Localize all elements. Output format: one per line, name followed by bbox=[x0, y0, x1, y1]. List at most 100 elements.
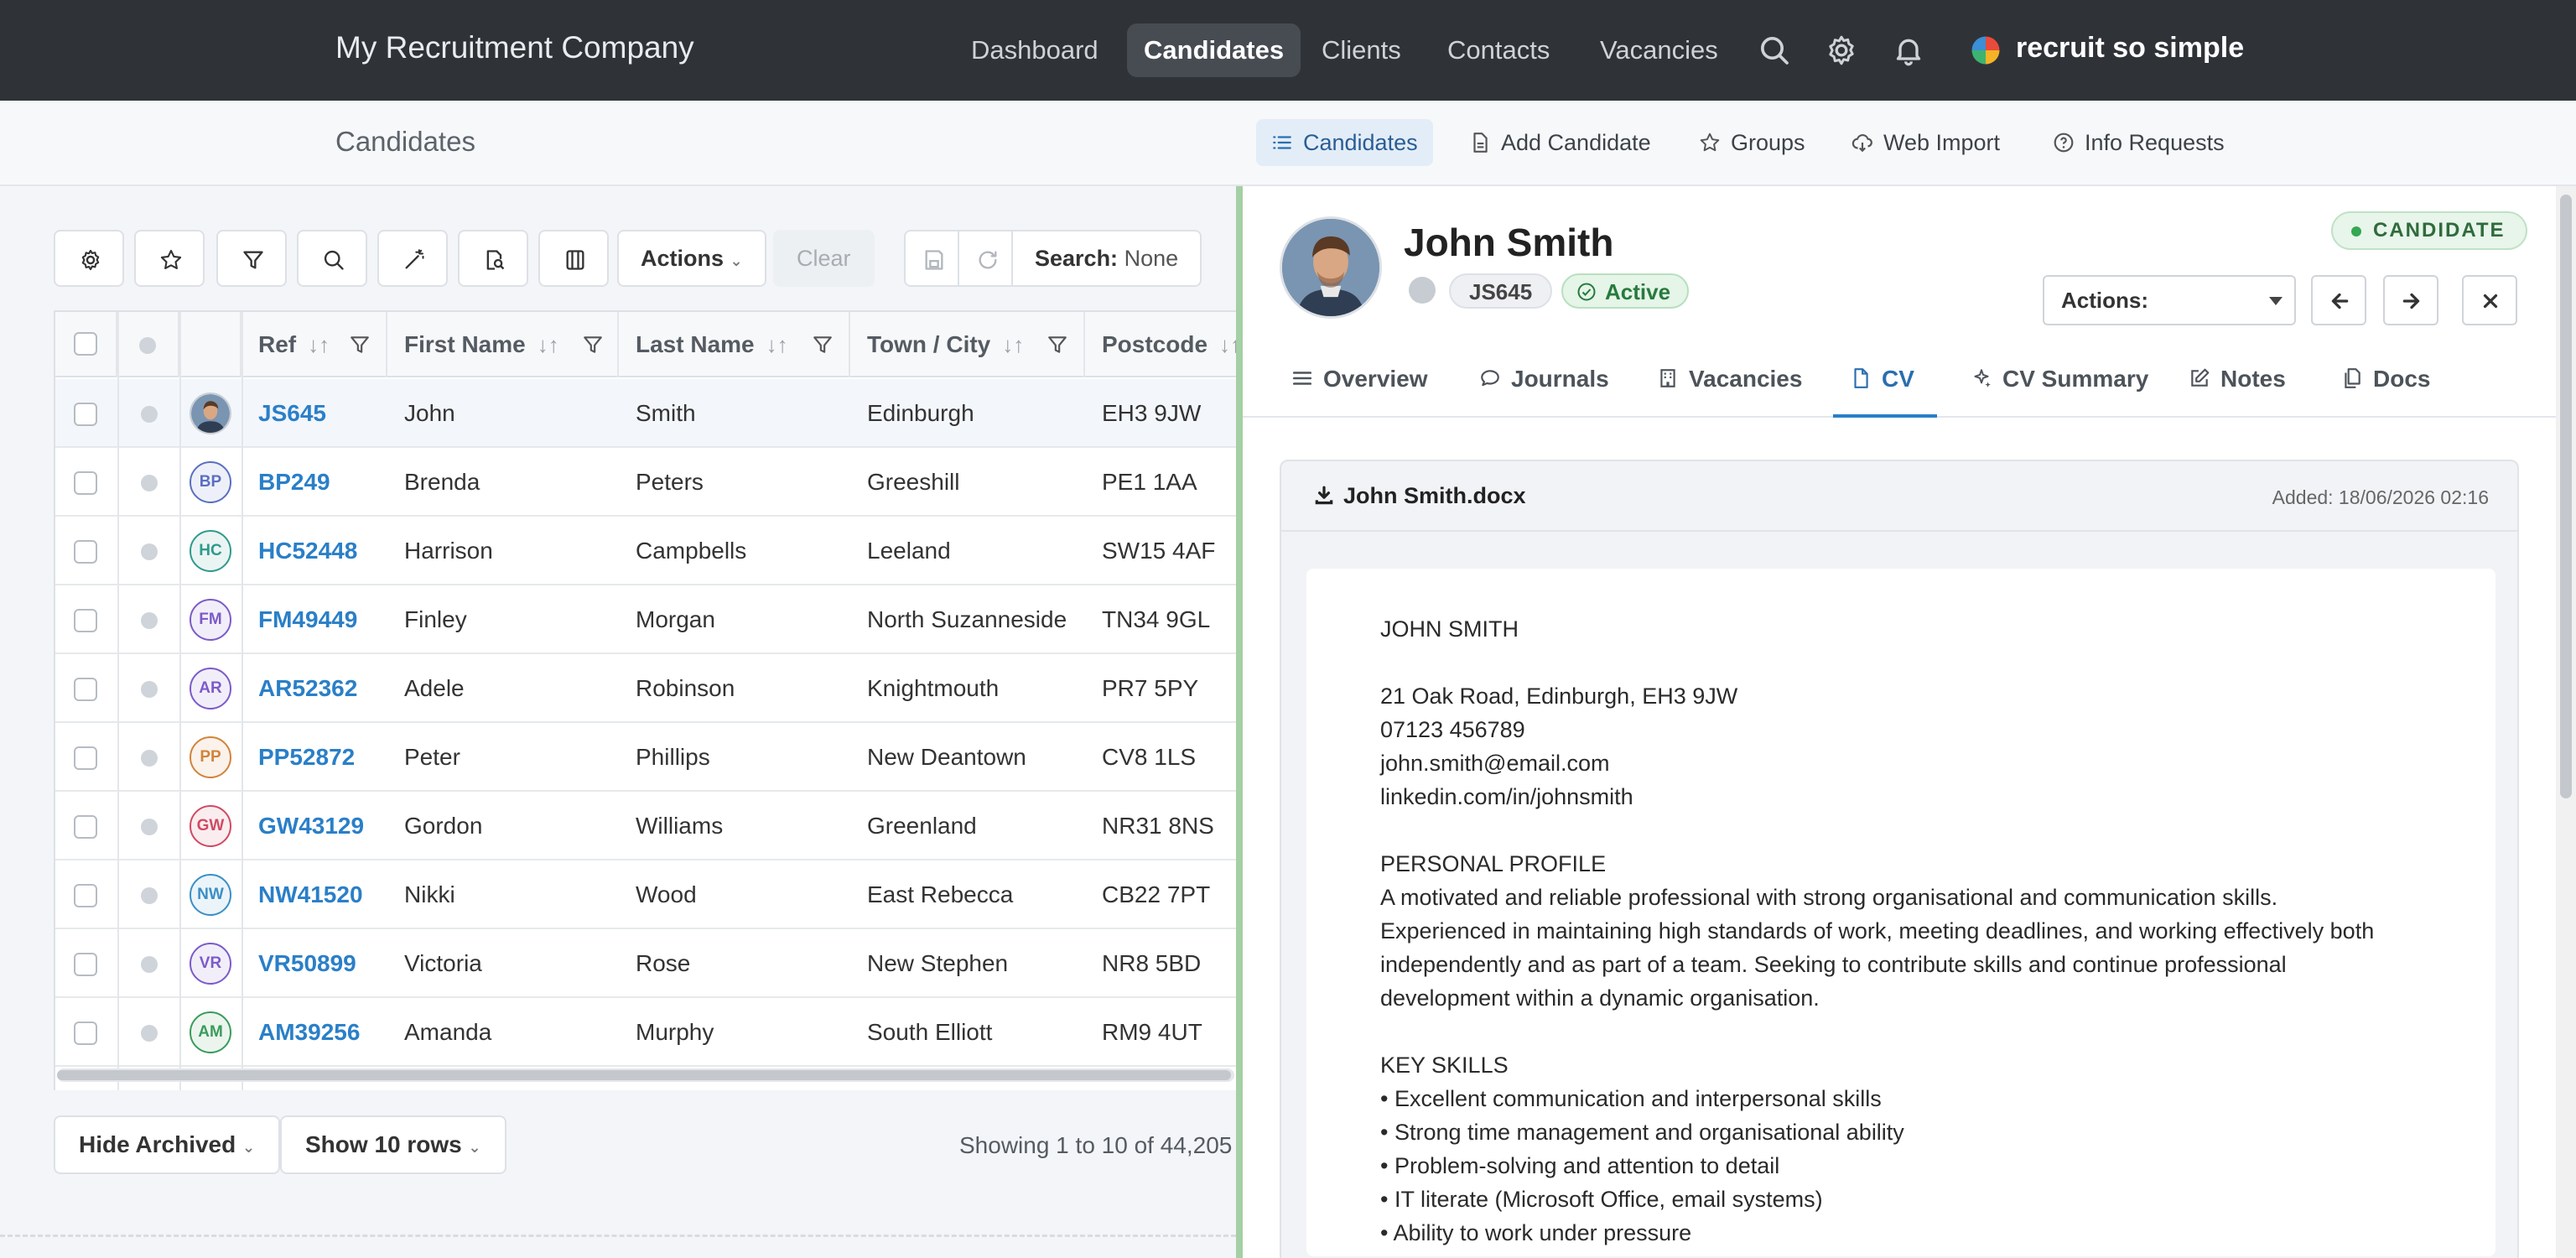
vertical-scrollbar-thumb[interactable] bbox=[2560, 195, 2572, 798]
sort-icon[interactable]: ↓↑ bbox=[766, 332, 788, 357]
subnav-add-candidate[interactable]: Add Candidate bbox=[1454, 119, 1666, 166]
table-row[interactable]: AR AR52362 Adele Robinson Knightmouth PR7 5PY bbox=[55, 654, 1236, 723]
cv-text: JOHN SMITH 21 Oak Road, Edinburgh, EH3 9J… bbox=[1380, 612, 2454, 1250]
nav-vacancies[interactable]: Vacancies bbox=[1583, 23, 1735, 77]
postcode-cell: EH3 9JW bbox=[1102, 400, 1202, 426]
tab-cv[interactable]: CV bbox=[1850, 340, 1914, 418]
nav-contacts[interactable]: Contacts bbox=[1431, 23, 1566, 77]
town-city-cell: East Rebecca bbox=[867, 881, 1014, 907]
download-icon[interactable] bbox=[1313, 485, 1335, 507]
vertical-scrollbar[interactable] bbox=[2556, 186, 2576, 1258]
candidate-actions-select[interactable]: Actions: bbox=[2043, 275, 2296, 325]
sort-icon[interactable]: ↓↑ bbox=[1002, 332, 1024, 357]
section-title: Candidates bbox=[335, 126, 475, 157]
refresh-button[interactable] bbox=[958, 230, 1013, 287]
header-postcode[interactable]: Postcode ↓↑ bbox=[1085, 312, 1236, 377]
row-checkbox[interactable] bbox=[74, 403, 97, 426]
subnav-web-import[interactable]: Web Import bbox=[1836, 119, 2015, 166]
candidate-ref-link[interactable]: BP249 bbox=[242, 448, 330, 517]
row-checkbox[interactable] bbox=[74, 540, 97, 564]
filter-icon[interactable] bbox=[812, 334, 834, 356]
clear-button[interactable]: Clear bbox=[773, 230, 875, 287]
row-checkbox[interactable] bbox=[74, 953, 97, 976]
table-row[interactable]: GW GW43129 Gordon Williams Greenland NR31 8NS bbox=[55, 792, 1236, 860]
header-town-city-label: Town / City bbox=[867, 331, 991, 357]
tab-vacancies[interactable]: Vacancies bbox=[1657, 340, 1802, 418]
rows-per-page-dropdown[interactable]: Show 10 rows ⌄ bbox=[280, 1115, 506, 1174]
cv-file-name[interactable]: John Smith.docx bbox=[1343, 483, 1526, 509]
table-row[interactable]: PP PP52872 Peter Phillips New Deantown CV8 1L… bbox=[55, 723, 1236, 792]
row-checkbox[interactable] bbox=[74, 471, 97, 495]
subnav-groups[interactable]: Groups bbox=[1684, 119, 1820, 166]
candidate-ref-link[interactable]: FM49449 bbox=[242, 585, 357, 654]
table-row[interactable]: AM AM39256 Amanda Murphy South Elliott RM9 4U… bbox=[55, 998, 1236, 1067]
sort-icon[interactable]: ↓↑ bbox=[308, 332, 330, 357]
candidate-ref-link[interactable]: JS645 bbox=[242, 379, 326, 448]
table-row[interactable]: VR VR50899 Victoria Rose New Stephen NR8 5BD bbox=[55, 929, 1236, 998]
company-name[interactable]: My Recruitment Company bbox=[335, 30, 694, 65]
tab-docs[interactable]: Docs bbox=[2341, 340, 2430, 418]
table-row[interactable]: JS645 John Smith Edinburgh EH3 9JW bbox=[55, 379, 1236, 448]
candidate-ref-link[interactable]: GW43129 bbox=[242, 792, 364, 860]
candidate-ref-link[interactable]: PP52872 bbox=[242, 723, 355, 792]
table-row[interactable]: FM FM49449 Finley Morgan North Suzanneside TN… bbox=[55, 585, 1236, 654]
filter-icon[interactable] bbox=[582, 334, 604, 356]
hide-archived-dropdown[interactable]: Hide Archived ⌄ bbox=[54, 1115, 281, 1174]
header-ref[interactable]: Ref ↓↑ bbox=[242, 312, 387, 377]
close-panel-button[interactable] bbox=[2462, 275, 2517, 325]
candidate-ref-link[interactable]: HC52448 bbox=[242, 517, 357, 585]
tab-overview[interactable]: Overview bbox=[1291, 340, 1428, 418]
tab-notes[interactable]: Notes bbox=[2189, 340, 2286, 418]
actions-dropdown[interactable]: Actions ⌄ bbox=[617, 230, 766, 287]
sort-icon[interactable]: ↓↑ bbox=[538, 332, 559, 357]
magic-wand-button[interactable] bbox=[377, 230, 448, 287]
table-row[interactable]: BP BP249 Brenda Peters Greeshill PE1 1AA bbox=[55, 448, 1236, 517]
top-navigation: My Recruitment Company Dashboard Candida… bbox=[0, 0, 2576, 101]
header-select-all[interactable] bbox=[55, 312, 117, 377]
horizontal-scrollbar-thumb[interactable] bbox=[57, 1070, 1231, 1080]
row-checkbox[interactable] bbox=[74, 884, 97, 907]
search-icon[interactable] bbox=[1758, 34, 1791, 67]
cv-spacer bbox=[1380, 646, 2454, 679]
row-checkbox[interactable] bbox=[74, 609, 97, 632]
row-checkbox[interactable] bbox=[74, 815, 97, 839]
filter-button[interactable] bbox=[216, 230, 287, 287]
gear-icon[interactable] bbox=[1825, 34, 1858, 67]
table-row[interactable]: NW NW41520 Nikki Wood East Rebecca CB22 7PT bbox=[55, 860, 1236, 929]
filter-icon[interactable] bbox=[1046, 334, 1068, 356]
previous-candidate-button[interactable] bbox=[2311, 275, 2366, 325]
search-button[interactable] bbox=[297, 230, 367, 287]
nav-candidates[interactable]: Candidates bbox=[1127, 23, 1301, 77]
candidate-ref-link[interactable]: VR50899 bbox=[242, 929, 356, 998]
tab-journals[interactable]: Journals bbox=[1479, 340, 1609, 418]
candidate-ref-link[interactable]: NW41520 bbox=[242, 860, 363, 929]
nav-clients[interactable]: Clients bbox=[1305, 23, 1418, 77]
document-search-button[interactable] bbox=[458, 230, 528, 287]
sort-icon[interactable]: ↓↑ bbox=[1219, 332, 1236, 357]
table-row[interactable]: HC HC52448 Harrison Campbells Leeland SW15 4A… bbox=[55, 517, 1236, 585]
candidate-ref-link[interactable]: AR52362 bbox=[242, 654, 357, 723]
header-last-name[interactable]: Last Name ↓↑ bbox=[619, 312, 850, 377]
subnav-info-requests[interactable]: Info Requests bbox=[2038, 119, 2240, 166]
row-checkbox[interactable] bbox=[74, 746, 97, 770]
filter-icon[interactable] bbox=[349, 334, 371, 356]
candidate-ref-link[interactable]: AM39256 bbox=[242, 998, 360, 1067]
horizontal-scrollbar[interactable] bbox=[57, 1068, 1234, 1082]
header-first-name[interactable]: First Name ↓↑ bbox=[387, 312, 619, 377]
nav-dashboard[interactable]: Dashboard bbox=[954, 23, 1115, 77]
row-checkbox[interactable] bbox=[74, 1021, 97, 1045]
next-candidate-button[interactable] bbox=[2383, 275, 2438, 325]
columns-button[interactable] bbox=[538, 230, 609, 287]
select-all-checkbox[interactable] bbox=[74, 332, 97, 356]
last-name-cell: Murphy bbox=[636, 1019, 714, 1045]
panel-splitter[interactable] bbox=[1236, 186, 1243, 1258]
save-search-button[interactable] bbox=[904, 230, 959, 287]
favourites-button[interactable] bbox=[134, 230, 205, 287]
search-status[interactable]: Search: None bbox=[1011, 230, 1202, 287]
row-checkbox[interactable] bbox=[74, 678, 97, 701]
bell-icon[interactable] bbox=[1892, 34, 1925, 67]
subnav-candidates[interactable]: Candidates bbox=[1256, 119, 1433, 166]
header-town-city[interactable]: Town / City ↓↑ bbox=[850, 312, 1085, 377]
settings-button[interactable] bbox=[54, 230, 124, 287]
tab-cv-summary[interactable]: CV Summary bbox=[1971, 340, 2148, 418]
